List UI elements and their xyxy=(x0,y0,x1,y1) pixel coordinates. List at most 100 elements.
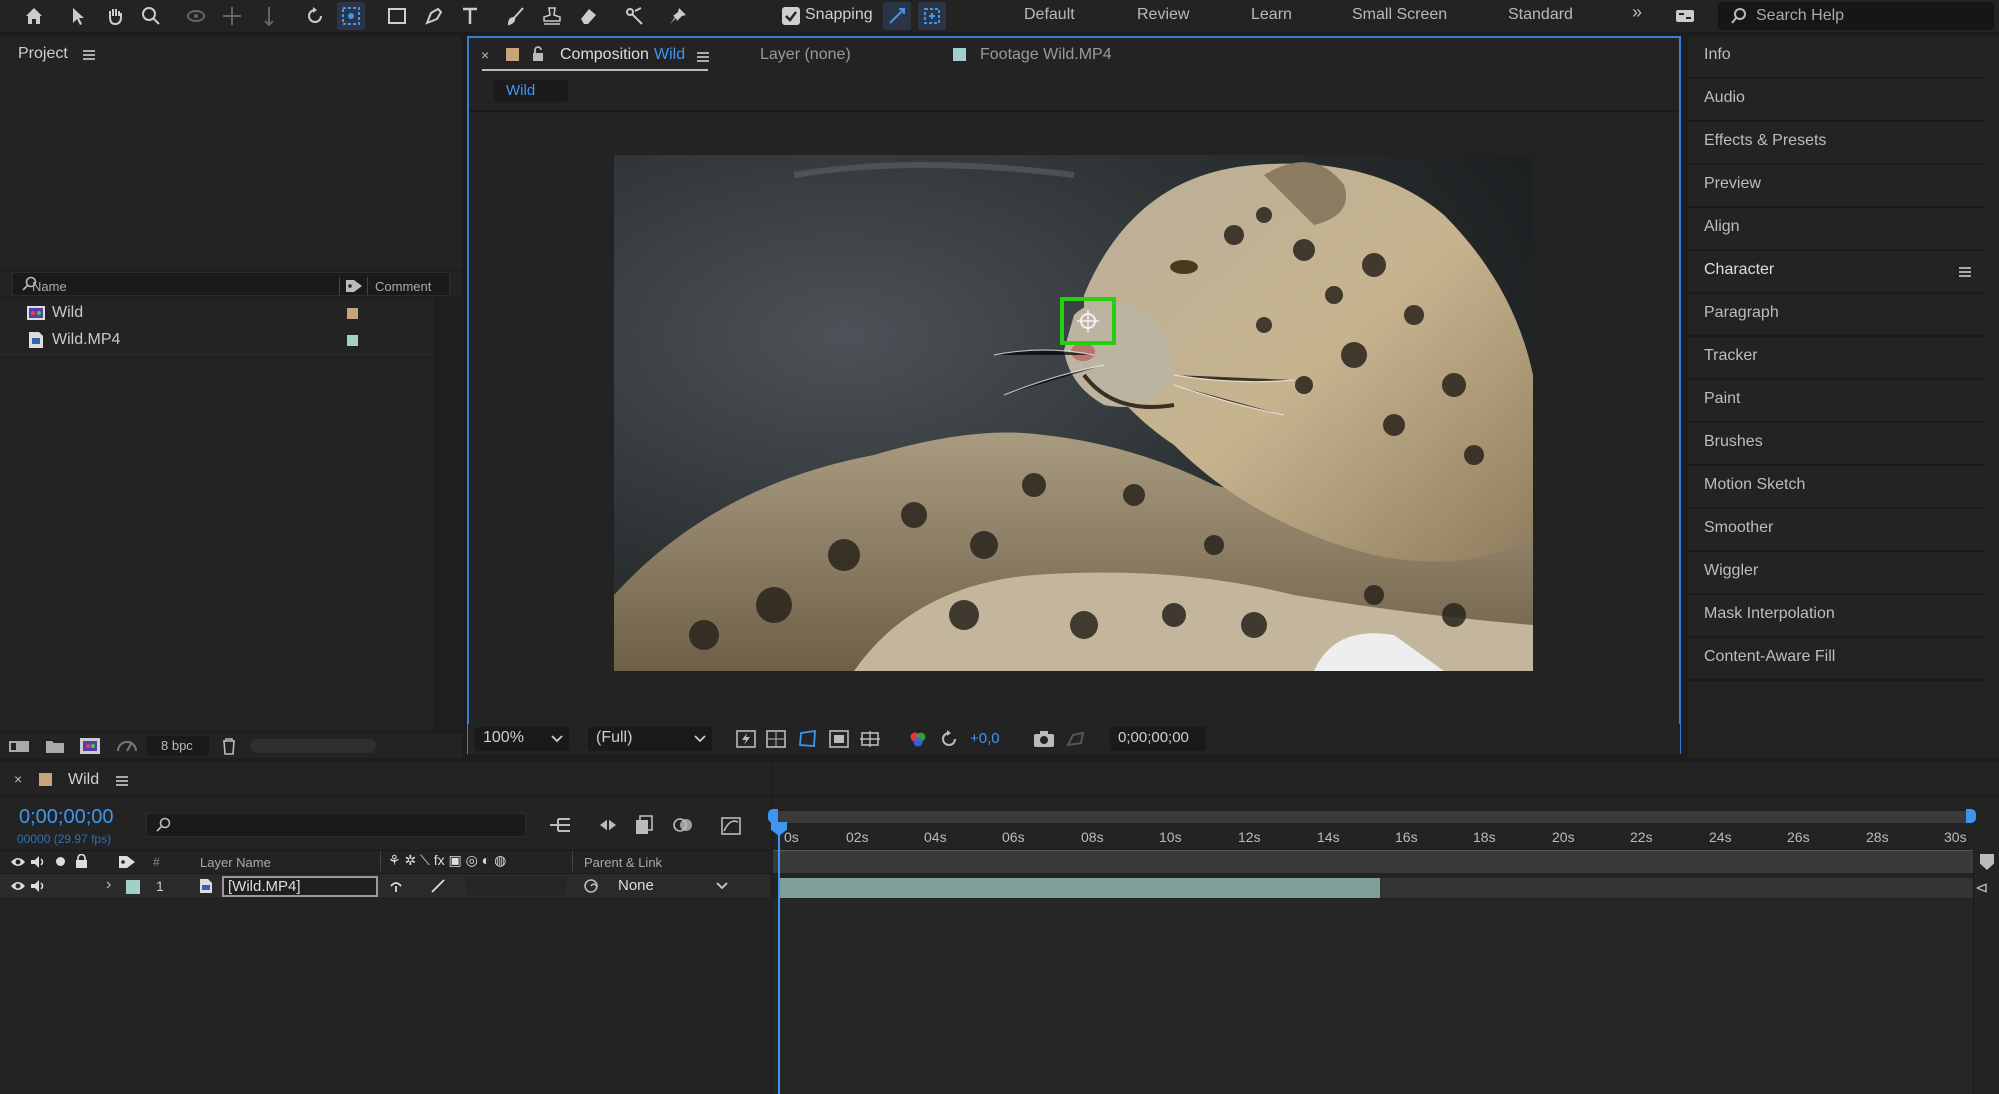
snapping-checkbox[interactable] xyxy=(782,7,800,25)
composition-viewer-image[interactable] xyxy=(614,155,1533,671)
layer-label-swatch[interactable] xyxy=(126,880,140,894)
hide-shy-layers-icon[interactable] xyxy=(634,814,656,836)
tab-layer[interactable]: Layer (none) xyxy=(760,46,851,64)
panel-paragraph[interactable]: Paragraph xyxy=(1688,294,1985,337)
composition-tab-name[interactable]: Wild xyxy=(654,46,685,64)
panel-content-aware-fill[interactable]: Content-Aware Fill xyxy=(1688,638,1985,681)
frame-blending-icon[interactable] xyxy=(672,814,694,836)
workspace-default[interactable]: Default xyxy=(1024,6,1075,24)
exposure-value[interactable]: +0,0 xyxy=(970,730,1000,747)
type-tool-icon[interactable] xyxy=(456,2,484,30)
current-time-display[interactable]: 0;00;00;00 xyxy=(1110,727,1206,751)
layer-name-field[interactable]: [Wild.MP4] xyxy=(222,876,378,897)
orbit-camera-icon[interactable] xyxy=(182,2,210,30)
composition-menu-icon[interactable] xyxy=(697,52,709,62)
column-layer-name[interactable]: Layer Name xyxy=(200,855,271,870)
timeline-track-area[interactable] xyxy=(773,899,1973,1094)
home-icon[interactable] xyxy=(20,2,48,30)
timeline-menu-icon[interactable] xyxy=(116,776,128,786)
new-composition-icon[interactable] xyxy=(79,737,101,755)
label-color-swatch[interactable] xyxy=(347,335,358,346)
fast-previews-icon[interactable] xyxy=(736,730,756,748)
trash-icon[interactable] xyxy=(221,737,237,755)
pan-camera-icon[interactable] xyxy=(218,2,246,30)
workspace-overflow-icon[interactable]: » xyxy=(1632,2,1642,23)
draft-3d-icon[interactable] xyxy=(596,815,620,835)
rotation-tool-icon[interactable] xyxy=(301,2,329,30)
bit-depth-button[interactable]: 8 bpc xyxy=(147,736,209,756)
workspace-small-screen[interactable]: Small Screen xyxy=(1352,6,1447,24)
rectangle-tool-icon[interactable] xyxy=(383,2,411,30)
panel-character[interactable]: Character xyxy=(1688,251,1985,294)
current-time-indicator[interactable] xyxy=(778,824,780,1094)
panel-paint[interactable]: Paint xyxy=(1688,380,1985,423)
column-comment[interactable]: Comment xyxy=(375,279,431,294)
timeline-current-time[interactable]: 0;00;00;00 xyxy=(19,806,114,829)
panel-effects-presets[interactable]: Effects & Presets xyxy=(1688,122,1985,165)
close-timeline-icon[interactable]: × xyxy=(14,771,22,787)
show-snapshot-icon[interactable] xyxy=(1065,729,1087,749)
snapshot-camera-icon[interactable] xyxy=(1033,730,1055,748)
new-folder-icon[interactable] xyxy=(45,738,65,754)
roto-brush-tool-icon[interactable] xyxy=(620,2,648,30)
eye-icon[interactable] xyxy=(10,856,26,868)
panel-info[interactable]: Info xyxy=(1688,36,1985,79)
pick-whip-icon[interactable] xyxy=(582,878,600,894)
solo-icon[interactable] xyxy=(56,857,65,866)
project-scrollbar[interactable] xyxy=(434,298,462,732)
snap-edges-icon[interactable] xyxy=(883,2,911,30)
column-parent-link[interactable]: Parent & Link xyxy=(584,855,662,870)
search-help-field[interactable]: Search Help xyxy=(1718,2,1994,30)
pen-tool-icon[interactable] xyxy=(420,2,448,30)
navigator-end-handle[interactable] xyxy=(1966,809,1976,823)
parent-select[interactable]: None xyxy=(612,876,734,896)
channel-icon[interactable] xyxy=(908,729,928,749)
mask-visibility-icon[interactable] xyxy=(798,729,818,749)
lock-icon[interactable] xyxy=(75,854,88,869)
label-tag-icon[interactable] xyxy=(118,854,136,870)
shy-switch-icon[interactable] xyxy=(388,878,404,894)
navigator-start-handle[interactable] xyxy=(768,809,778,823)
panel-motion-sketch[interactable]: Motion Sketch xyxy=(1688,466,1985,509)
clone-stamp-tool-icon[interactable] xyxy=(538,2,566,30)
tab-footage[interactable]: Footage Wild.MP4 xyxy=(980,46,1112,64)
quality-switch-icon[interactable] xyxy=(430,878,446,894)
thumbnail-zoom-slider[interactable] xyxy=(250,739,376,753)
expand-chevron-icon[interactable]: › xyxy=(106,876,111,894)
time-navigator-bar[interactable] xyxy=(773,811,1973,823)
workspace-standard[interactable]: Standard xyxy=(1508,6,1573,24)
interpret-footage-icon[interactable] xyxy=(8,738,30,754)
zoom-tool-icon[interactable] xyxy=(137,2,165,30)
label-color-swatch[interactable] xyxy=(347,308,358,319)
panel-tracker[interactable]: Tracker xyxy=(1688,337,1985,380)
panel-align[interactable]: Align xyxy=(1688,208,1985,251)
panel-brushes[interactable]: Brushes xyxy=(1688,423,1985,466)
resolution-select[interactable]: (Full) xyxy=(588,727,712,751)
transparency-grid-icon[interactable] xyxy=(766,730,786,748)
magnification-select[interactable]: 100% xyxy=(475,727,569,751)
work-area-bar[interactable] xyxy=(773,851,1973,873)
region-of-interest-icon[interactable] xyxy=(829,730,849,748)
comp-breadcrumb[interactable]: Wild xyxy=(494,80,568,102)
close-tab-icon[interactable]: × xyxy=(481,47,489,63)
layer-end-marker-icon[interactable]: ⊲ xyxy=(1975,878,1988,898)
project-settings-icon[interactable] xyxy=(116,737,140,755)
time-ruler[interactable]: 0s 02s 04s 06s 08s 10s 12s 14s 16s 18s 2… xyxy=(773,828,1973,850)
puppet-pin-tool-icon[interactable] xyxy=(664,2,692,30)
snap-features-icon[interactable] xyxy=(918,2,946,30)
audio-icon[interactable] xyxy=(30,879,46,893)
lock-icon[interactable] xyxy=(531,46,545,62)
panel-wiggler[interactable]: Wiggler xyxy=(1688,552,1985,595)
eye-icon[interactable] xyxy=(10,880,26,892)
workspace-review[interactable]: Review xyxy=(1137,6,1189,24)
project-menu-icon[interactable] xyxy=(83,50,95,60)
panel-audio[interactable]: Audio xyxy=(1688,79,1985,122)
composition-mini-flowchart-icon[interactable] xyxy=(548,815,572,835)
guides-grid-icon[interactable] xyxy=(859,730,881,748)
comp-end-marker-icon[interactable] xyxy=(1980,854,1994,870)
layer-duration-bar[interactable] xyxy=(778,878,1380,898)
label-tag-icon[interactable] xyxy=(345,278,363,294)
eraser-tool-icon[interactable] xyxy=(574,2,602,30)
timeline-tab-name[interactable]: Wild xyxy=(68,771,99,789)
hand-tool-icon[interactable] xyxy=(101,2,129,30)
